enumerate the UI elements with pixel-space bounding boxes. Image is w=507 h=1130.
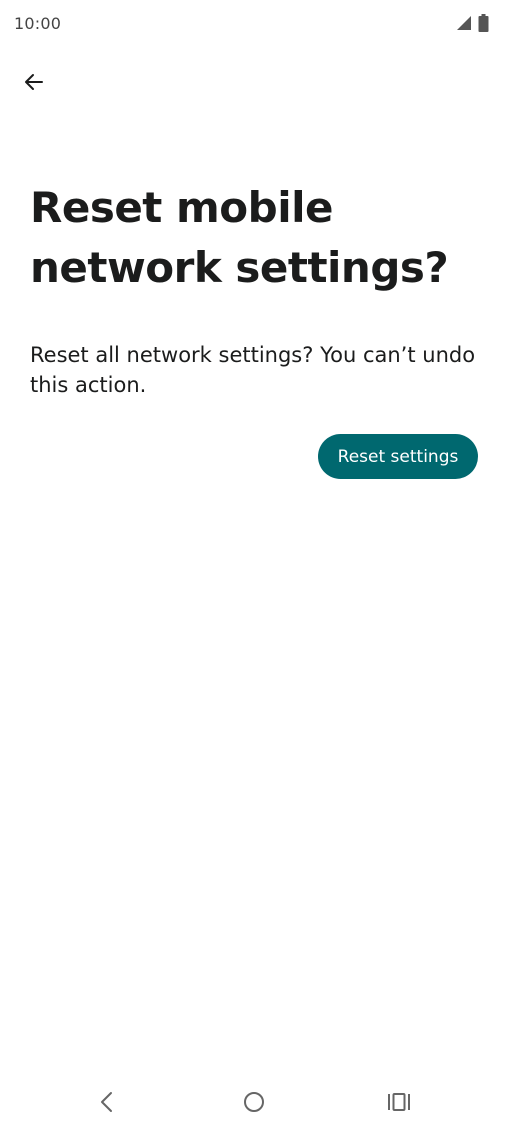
page-title: Reset mobile network settings? — [30, 183, 449, 292]
nav-back-button[interactable] — [87, 1084, 127, 1124]
nav-recents-button[interactable] — [379, 1084, 419, 1124]
nav-recents-icon — [387, 1090, 411, 1118]
status-icons — [456, 14, 489, 36]
nav-back-icon — [97, 1090, 117, 1118]
nav-home-button[interactable] — [234, 1084, 274, 1124]
back-button[interactable] — [14, 64, 54, 104]
reset-settings-button[interactable]: Reset settings — [318, 434, 478, 479]
navigation-bar — [0, 1076, 507, 1130]
battery-icon — [478, 14, 489, 36]
signal-icon — [456, 15, 472, 35]
status-bar: 10:00 — [0, 0, 507, 48]
status-time: 10:00 — [14, 14, 62, 33]
nav-home-icon — [242, 1090, 266, 1118]
description-text: Reset all network settings? You can’t un… — [30, 343, 476, 397]
arrow-back-icon — [22, 70, 46, 98]
